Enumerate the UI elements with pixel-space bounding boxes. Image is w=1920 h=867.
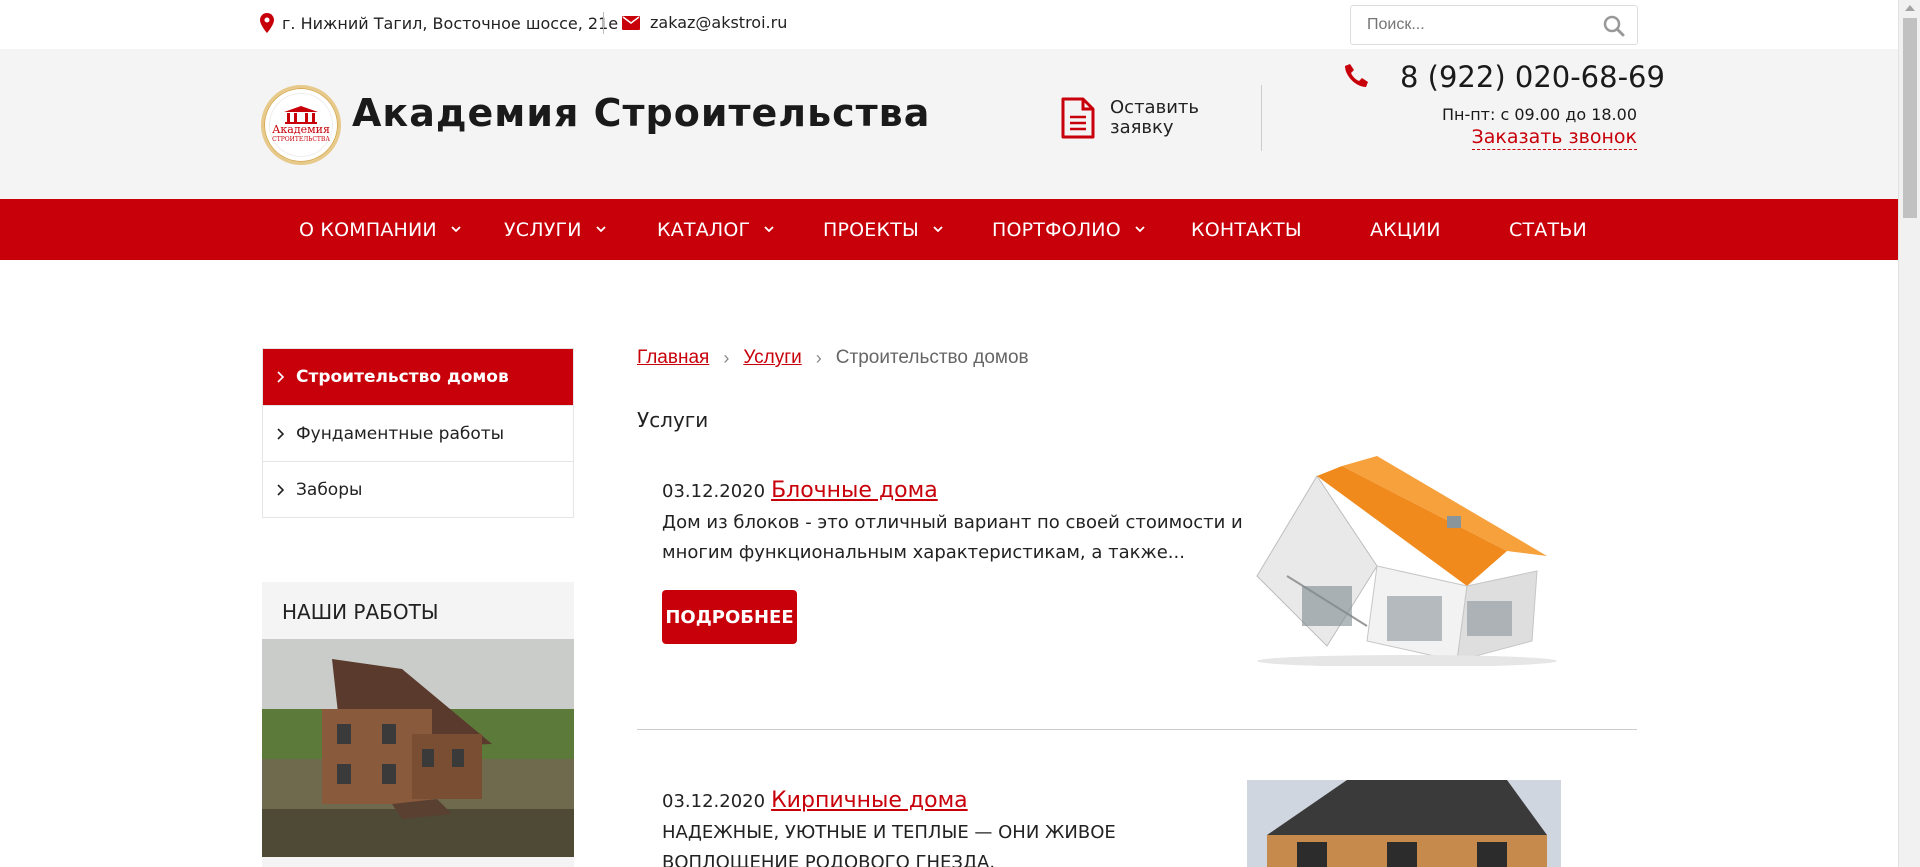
- nav-item-promotions[interactable]: АКЦИИ: [1370, 199, 1441, 260]
- callback-link[interactable]: Заказать звонок: [1471, 125, 1637, 150]
- card-description: НАДЕЖНЫЕ, УЮТНЫЕ И ТЕПЛЫЕ — ОНИ ЖИВОЕ ВО…: [662, 822, 1116, 867]
- document-icon: [1061, 97, 1095, 139]
- address-text: г. Нижний Тагил, Восточное шоссе, 21е: [282, 13, 619, 33]
- search-icon[interactable]: [1603, 15, 1625, 37]
- columns-icon: [284, 106, 318, 124]
- breadcrumb-separator: ›: [815, 347, 822, 368]
- chevron-down-icon: [596, 226, 606, 233]
- card-divider: [637, 729, 1637, 730]
- request-button[interactable]: Оставить заявку: [1060, 97, 1210, 139]
- top-bar: г. Нижний Тагил, Восточное шоссе, 21е za…: [0, 0, 1898, 49]
- page-scrollbar[interactable]: [1898, 0, 1920, 867]
- card-title-link[interactable]: Кирпичные дома: [771, 788, 968, 813]
- nav-item-label[interactable]: О КОМПАНИИ: [299, 219, 437, 241]
- scrollbar-thumb[interactable]: [1903, 18, 1917, 218]
- sidebar-item-fences[interactable]: Заборы: [263, 461, 573, 517]
- nav-item-portfolio[interactable]: ПОРТФОЛИО: [992, 199, 1145, 260]
- nav-item-label[interactable]: ПРОЕКТЫ: [823, 219, 919, 241]
- nav-item-projects[interactable]: ПРОЕКТЫ: [823, 199, 943, 260]
- working-hours: Пн-пт: с 09.00 до 18.00: [1441, 105, 1637, 124]
- breadcrumb-home[interactable]: Главная: [637, 347, 709, 369]
- brick-house-photo: [1247, 780, 1561, 867]
- chevron-down-icon: [451, 226, 461, 233]
- request-label[interactable]: Оставить заявку: [1110, 98, 1210, 138]
- breadcrumb-separator: ›: [723, 347, 730, 368]
- nav-item-label[interactable]: АКЦИИ: [1370, 219, 1441, 241]
- card-date: 03.12.2020: [662, 791, 766, 812]
- card-meta: 03.12.2020 Блочные дома: [662, 478, 938, 503]
- chevron-right-icon: [277, 483, 284, 496]
- block-house-illustration: [1247, 456, 1561, 666]
- our-works-block: НАШИ РАБОТЫ: [262, 582, 574, 867]
- logo-line-2: СТРОИТЕЛЬСТВА: [272, 136, 330, 143]
- scroll-up-arrow-icon[interactable]: [1905, 5, 1915, 11]
- card-date: 03.12.2020: [662, 481, 766, 502]
- details-button[interactable]: ПОДРОБНЕЕ: [662, 590, 797, 644]
- logo-line-1: Академия: [272, 123, 330, 136]
- logo[interactable]: Академия СТРОИТЕЛЬСТВА: [261, 85, 341, 165]
- nav-item-services[interactable]: УСЛУГИ: [504, 199, 606, 260]
- breadcrumb: Главная › Услуги › Строительство домов: [637, 347, 1029, 369]
- card-image[interactable]: [1247, 780, 1561, 867]
- email-text[interactable]: zakaz@akstroi.ru: [650, 13, 787, 32]
- envelope-icon: [622, 15, 640, 30]
- sidebar-item-foundation[interactable]: Фундаментные работы: [263, 405, 573, 461]
- email-link[interactable]: zakaz@akstroi.ru: [622, 13, 787, 32]
- nav-item-label[interactable]: УСЛУГИ: [504, 219, 582, 241]
- card-title-link[interactable]: Блочные дома: [771, 478, 938, 503]
- sidebar-item-label[interactable]: Заборы: [296, 480, 362, 500]
- address: г. Нижний Тагил, Восточное шоссе, 21е: [260, 13, 618, 33]
- breadcrumb-services[interactable]: Услуги: [743, 347, 801, 369]
- house-photo: [262, 639, 574, 857]
- nav-item-label[interactable]: ПОРТФОЛИО: [992, 219, 1121, 241]
- logo-emblem: Академия СТРОИТЕЛЬСТВА: [269, 93, 333, 157]
- site-header: Академия СТРОИТЕЛЬСТВА Академия Строител…: [0, 49, 1898, 199]
- sidebar-item-label[interactable]: Фундаментные работы: [296, 424, 504, 444]
- chevron-right-icon: [277, 371, 284, 383]
- header-divider: [1261, 85, 1262, 151]
- sidebar-item-label[interactable]: Строительство домов: [296, 367, 509, 387]
- map-pin-icon: [260, 13, 274, 33]
- divider: [603, 12, 604, 34]
- nav-item-catalog[interactable]: КАТАЛОГ: [657, 199, 774, 260]
- our-works-title: НАШИ РАБОТЫ: [282, 600, 439, 624]
- card-image[interactable]: [1247, 456, 1561, 666]
- chevron-right-icon: [277, 427, 284, 440]
- nav-item-contacts[interactable]: КОНТАКТЫ: [1191, 199, 1302, 260]
- chevron-down-icon: [933, 226, 943, 233]
- site-name[interactable]: Академия Строительства: [352, 91, 930, 135]
- breadcrumb-current: Строительство домов: [835, 347, 1029, 368]
- card-meta: 03.12.2020 Кирпичные дома: [662, 788, 968, 813]
- search-box[interactable]: [1350, 5, 1638, 45]
- sidebar-item-house-construction[interactable]: Строительство домов: [263, 349, 573, 405]
- phone-icon: [1345, 64, 1368, 87]
- search-input[interactable]: [1367, 16, 1587, 34]
- nav-item-label[interactable]: КАТАЛОГ: [657, 219, 750, 241]
- chevron-down-icon: [1135, 226, 1145, 233]
- our-works-photo[interactable]: [262, 639, 574, 857]
- chevron-down-icon: [764, 226, 774, 233]
- card-description: Дом из блоков - это отличный вариант по …: [662, 512, 1243, 563]
- main-nav: О КОМПАНИИ УСЛУГИ КАТАЛОГ ПРОЕКТЫ ПОРТФО…: [0, 199, 1898, 260]
- nav-item-company[interactable]: О КОМПАНИИ: [299, 199, 461, 260]
- nav-item-articles[interactable]: СТАТЬИ: [1509, 199, 1587, 260]
- nav-item-label[interactable]: СТАТЬИ: [1509, 219, 1587, 241]
- sidebar-menu: Строительство домов Фундаментные работы …: [262, 348, 574, 518]
- section-title: Услуги: [637, 408, 709, 432]
- phone-number[interactable]: 8 (922) 020-68-69: [1400, 60, 1665, 94]
- nav-item-label[interactable]: КОНТАКТЫ: [1191, 219, 1302, 241]
